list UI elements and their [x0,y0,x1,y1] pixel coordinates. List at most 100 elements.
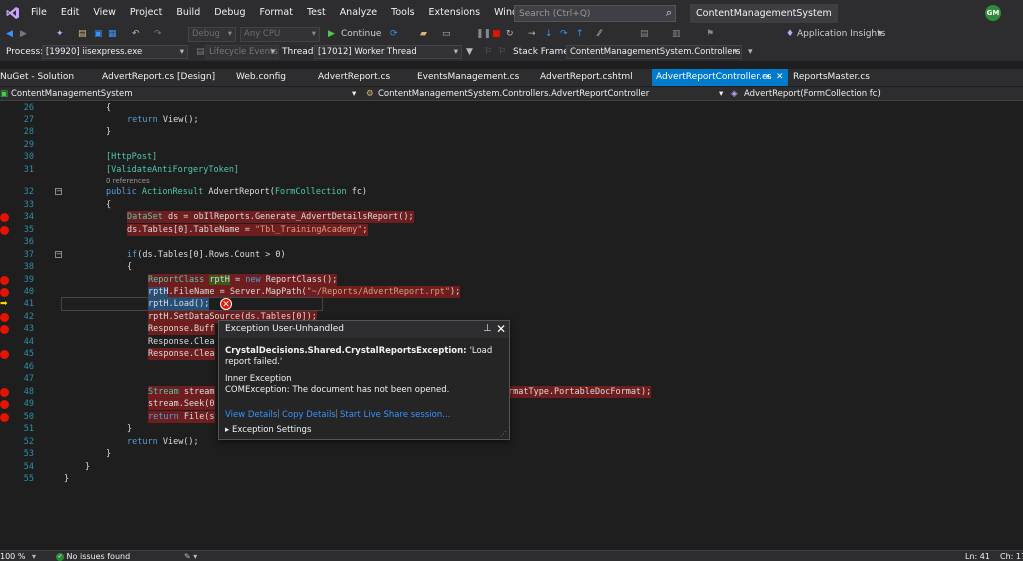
menu-extensions[interactable]: Extensions [422,0,488,26]
menu-tools[interactable]: Tools [384,0,421,26]
stop-icon[interactable]: ■ [492,26,501,43]
menu-analyze[interactable]: Analyze [333,0,384,26]
application-insights-button[interactable]: Application Insights [797,26,885,43]
chevron-down-icon[interactable]: ▾ [748,43,753,61]
chevron-down-icon: ▾ [179,47,184,57]
filter-icon[interactable]: ▼ [466,43,473,61]
tab-advertreportcontroller-cs[interactable]: AdvertReportController.cs ⇥ ✕ [652,69,788,86]
code-token: View(); [157,115,199,125]
tab-advertreport-cs[interactable]: AdvertReport.cs [314,69,394,86]
breakpoint-icon[interactable] [0,276,9,285]
flag-icon[interactable]: ⚐ [484,43,492,61]
restart-icon[interactable]: ↻ [506,26,514,43]
breakpoint-icon[interactable] [0,226,9,235]
visual-studio-logo-icon[interactable] [2,0,24,26]
step-over-icon[interactable]: ↷ [560,26,568,43]
search-input[interactable]: Search (Ctrl+Q) ⌕ [514,5,676,22]
collapse-icon[interactable]: − [55,188,62,195]
user-avatar[interactable]: GM [985,5,1001,21]
member-dropdown[interactable]: AdvertReport(FormCollection fc) [744,87,881,101]
copy-details-link[interactable]: Copy Details [282,410,336,420]
bookmark-icon[interactable]: ⚑ [706,26,714,43]
error-icon[interactable]: ✕ [220,298,232,310]
breakpoint-icon[interactable] [0,325,9,334]
line-indicator[interactable]: Ln: 41 [965,551,990,561]
menu-build[interactable]: Build [169,0,207,26]
tab-web-config[interactable]: Web.config [232,69,290,86]
application-insights-icon[interactable]: ♦ [786,26,794,43]
menu-edit[interactable]: Edit [54,0,86,26]
save-all-icon[interactable]: ▦ [108,26,117,43]
continue-button[interactable]: Continue [341,26,381,43]
save-icon[interactable]: ▣ [94,26,103,43]
code-editor[interactable]: 26 { 27 return View(); 28 } 29 30 [HttpP… [0,101,1023,550]
collapse-icon[interactable]: − [55,251,62,258]
close-icon[interactable]: ✕ [496,322,506,336]
stack-frame-dropdown[interactable]: ContentManagementSystem.Controllers.A ▾ [566,45,742,59]
tab-advertreport-design[interactable]: AdvertReport.cs [Design] [98,69,219,86]
open-folder-icon[interactable]: ▤ [78,26,87,43]
line-number: 40 [23,287,34,297]
chevron-down-icon[interactable]: ▾ [719,87,723,101]
show-next-statement-icon[interactable]: → [528,26,536,43]
tab-nuget-solution[interactable]: NuGet - Solution [0,69,78,86]
breakpoint-icon[interactable] [0,350,9,359]
column-indicator[interactable]: Ch: 17 [1000,551,1023,561]
exception-settings-toggle[interactable]: ▸ Exception Settings [225,425,311,435]
line-number: 39 [23,275,34,285]
code-lens-line: 0 references [0,176,1023,186]
step-into-icon[interactable]: ↓ [545,26,553,43]
project-dropdown[interactable]: ContentManagementSystem [11,87,133,101]
configuration-dropdown[interactable]: Debug ▾ [188,27,236,42]
step-out-icon[interactable]: ↑ [576,26,584,43]
view-details-link[interactable]: View Details [225,410,277,420]
chevron-down-icon[interactable]: ▾ [878,26,883,43]
breakpoint-icon[interactable] [0,288,9,297]
forward-icon[interactable]: ▶ [20,26,27,43]
menu-test[interactable]: Test [300,0,333,26]
menu-project[interactable]: Project [123,0,170,26]
refresh-icon[interactable]: ⟳ [390,26,398,43]
continue-icon[interactable]: ▶ [328,26,335,43]
screenshot-icon[interactable]: ▭ [442,26,451,43]
uncomment-icon[interactable]: ▥ [672,26,681,43]
tab-reportsmaster-cs[interactable]: ReportsMaster.cs [789,69,874,86]
hot-reload-icon[interactable]: ▰ [420,26,427,43]
back-icon[interactable]: ◀ [6,26,13,43]
tab-advertreport-cshtml[interactable]: AdvertReport.cshtml [536,69,637,86]
breakpoint-icon[interactable] [0,388,9,397]
breakpoint-icon[interactable] [0,400,9,409]
thread-dropdown[interactable]: [17012] Worker Thread ▾ [314,45,462,59]
code-line: 44 Response.Clea [0,336,1023,348]
undo-icon[interactable]: ↶ [132,26,140,43]
new-project-icon[interactable]: ✦ [56,26,64,43]
menu-debug[interactable]: Debug [207,0,252,26]
redo-icon[interactable]: ↷ [154,26,162,43]
tab-eventsmanagement-cs[interactable]: EventsManagement.cs [413,69,523,86]
flag-all-icon[interactable]: ⚐ [498,43,506,61]
comment-icon[interactable]: ▤ [640,26,649,43]
process-dropdown[interactable]: [19920] iisexpress.exe ▾ [42,45,188,59]
hex-display-icon[interactable]: ⁄⁄ [598,26,601,43]
pin-icon[interactable]: ⇥ [762,69,770,86]
close-icon[interactable]: ✕ [776,69,784,86]
references-codelens[interactable]: 0 references [106,176,150,186]
lifecycle-events-dropdown[interactable]: Lifecycle Events ▾ [205,45,279,59]
resize-grip-icon[interactable]: ⋰ [500,430,507,438]
start-live-share-link[interactable]: Start Live Share session... [340,410,450,420]
chevron-down-icon[interactable]: ▾ [352,87,356,101]
menu-file[interactable]: File [24,0,54,26]
brush-icon[interactable]: ✎ ▾ [184,551,197,561]
chevron-down-icon[interactable]: ▾ [32,551,36,561]
issues-indicator[interactable]: ✓ No issues found [56,551,130,561]
breakpoint-icon[interactable] [0,213,9,222]
pin-icon[interactable]: ⊥ [483,323,492,334]
breakpoint-icon[interactable] [0,313,9,322]
menu-view[interactable]: View [86,0,123,26]
platform-dropdown[interactable]: Any CPU ▾ [240,27,320,42]
menu-format[interactable]: Format [252,0,299,26]
zoom-level[interactable]: 100 % [0,551,25,561]
class-dropdown[interactable]: ContentManagementSystem.Controllers.Adve… [378,87,649,101]
breakpoint-icon[interactable] [0,413,9,422]
break-all-icon[interactable]: ❚❚ [476,26,491,43]
